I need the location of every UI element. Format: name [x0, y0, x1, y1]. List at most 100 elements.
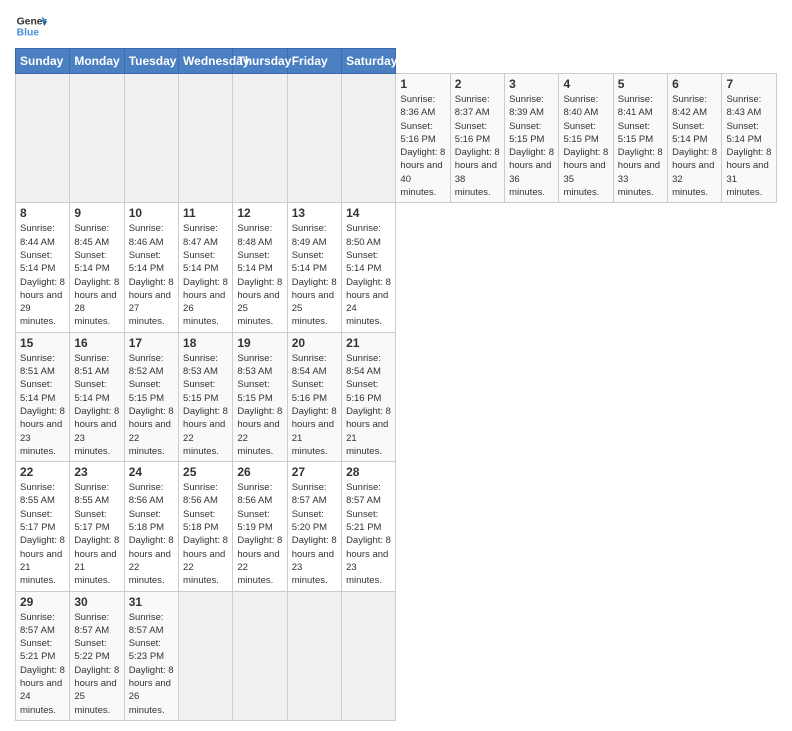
calendar-cell — [179, 74, 233, 203]
day-number: 31 — [129, 595, 174, 609]
day-number: 24 — [129, 465, 174, 479]
calendar-week-3: 15 Sunrise: 8:51 AM Sunset: 5:14 PM Dayl… — [16, 332, 777, 461]
day-info: Sunrise: 8:48 AM Sunset: 5:14 PM Dayligh… — [237, 222, 282, 328]
daylight: Daylight: 8 hours and 21 minutes. — [292, 406, 337, 457]
sunset: Sunset: 5:14 PM — [346, 250, 381, 274]
svg-text:Blue: Blue — [17, 28, 40, 39]
calendar-body: 1 Sunrise: 8:36 AM Sunset: 5:16 PM Dayli… — [16, 74, 777, 721]
daylight: Daylight: 8 hours and 26 minutes. — [129, 665, 174, 716]
day-number: 21 — [346, 336, 391, 350]
weekday-header-sunday: Sunday — [16, 49, 70, 74]
sunset: Sunset: 5:17 PM — [74, 509, 109, 533]
sunset: Sunset: 5:19 PM — [237, 509, 272, 533]
weekday-header-thursday: Thursday — [233, 49, 287, 74]
day-number: 22 — [20, 465, 65, 479]
sunset: Sunset: 5:14 PM — [183, 250, 218, 274]
calendar-cell: 21 Sunrise: 8:54 AM Sunset: 5:16 PM Dayl… — [342, 332, 396, 461]
day-info: Sunrise: 8:55 AM Sunset: 5:17 PM Dayligh… — [74, 481, 119, 587]
daylight: Daylight: 8 hours and 28 minutes. — [74, 277, 119, 328]
daylight: Daylight: 8 hours and 25 minutes. — [74, 665, 119, 716]
calendar-cell: 11 Sunrise: 8:47 AM Sunset: 5:14 PM Dayl… — [179, 203, 233, 332]
sunrise: Sunrise: 8:36 AM — [400, 94, 435, 118]
sunset: Sunset: 5:22 PM — [74, 638, 109, 662]
sunset: Sunset: 5:14 PM — [129, 250, 164, 274]
sunrise: Sunrise: 8:53 AM — [183, 353, 218, 377]
day-info: Sunrise: 8:41 AM Sunset: 5:15 PM Dayligh… — [618, 93, 663, 199]
sunset: Sunset: 5:21 PM — [20, 638, 55, 662]
day-info: Sunrise: 8:56 AM Sunset: 5:18 PM Dayligh… — [129, 481, 174, 587]
day-info: Sunrise: 8:39 AM Sunset: 5:15 PM Dayligh… — [509, 93, 554, 199]
sunset: Sunset: 5:15 PM — [183, 379, 218, 403]
sunrise: Sunrise: 8:42 AM — [672, 94, 707, 118]
day-number: 30 — [74, 595, 119, 609]
calendar-cell: 9 Sunrise: 8:45 AM Sunset: 5:14 PM Dayli… — [70, 203, 124, 332]
day-info: Sunrise: 8:53 AM Sunset: 5:15 PM Dayligh… — [183, 352, 228, 458]
calendar-cell: 24 Sunrise: 8:56 AM Sunset: 5:18 PM Dayl… — [124, 462, 178, 591]
daylight: Daylight: 8 hours and 36 minutes. — [509, 147, 554, 198]
day-number: 7 — [726, 77, 772, 91]
day-number: 14 — [346, 206, 391, 220]
daylight: Daylight: 8 hours and 22 minutes. — [237, 535, 282, 586]
day-number: 12 — [237, 206, 282, 220]
calendar-cell: 16 Sunrise: 8:51 AM Sunset: 5:14 PM Dayl… — [70, 332, 124, 461]
sunrise: Sunrise: 8:41 AM — [618, 94, 653, 118]
calendar-cell — [287, 74, 341, 203]
calendar-cell: 26 Sunrise: 8:56 AM Sunset: 5:19 PM Dayl… — [233, 462, 287, 591]
daylight: Daylight: 8 hours and 23 minutes. — [20, 406, 65, 457]
sunrise: Sunrise: 8:54 AM — [292, 353, 327, 377]
page: General Blue SundayMondayTuesdayWednesda… — [0, 0, 792, 731]
sunrise: Sunrise: 8:45 AM — [74, 223, 109, 247]
calendar-cell: 20 Sunrise: 8:54 AM Sunset: 5:16 PM Dayl… — [287, 332, 341, 461]
day-info: Sunrise: 8:37 AM Sunset: 5:16 PM Dayligh… — [455, 93, 500, 199]
sunset: Sunset: 5:14 PM — [726, 121, 761, 145]
sunrise: Sunrise: 8:49 AM — [292, 223, 327, 247]
day-number: 20 — [292, 336, 337, 350]
calendar-cell: 10 Sunrise: 8:46 AM Sunset: 5:14 PM Dayl… — [124, 203, 178, 332]
sunset: Sunset: 5:15 PM — [509, 121, 544, 145]
sunset: Sunset: 5:20 PM — [292, 509, 327, 533]
sunrise: Sunrise: 8:57 AM — [292, 482, 327, 506]
sunrise: Sunrise: 8:43 AM — [726, 94, 761, 118]
sunrise: Sunrise: 8:55 AM — [74, 482, 109, 506]
calendar-cell: 3 Sunrise: 8:39 AM Sunset: 5:15 PM Dayli… — [505, 74, 559, 203]
daylight: Daylight: 8 hours and 22 minutes. — [129, 406, 174, 457]
daylight: Daylight: 8 hours and 21 minutes. — [74, 535, 119, 586]
calendar-cell: 13 Sunrise: 8:49 AM Sunset: 5:14 PM Dayl… — [287, 203, 341, 332]
sunset: Sunset: 5:14 PM — [74, 379, 109, 403]
calendar-cell: 31 Sunrise: 8:57 AM Sunset: 5:23 PM Dayl… — [124, 591, 178, 720]
sunset: Sunset: 5:16 PM — [346, 379, 381, 403]
weekday-header-wednesday: Wednesday — [179, 49, 233, 74]
daylight: Daylight: 8 hours and 32 minutes. — [672, 147, 717, 198]
daylight: Daylight: 8 hours and 33 minutes. — [618, 147, 663, 198]
calendar-cell — [233, 74, 287, 203]
sunset: Sunset: 5:17 PM — [20, 509, 55, 533]
daylight: Daylight: 8 hours and 29 minutes. — [20, 277, 65, 328]
logo-icon: General Blue — [15, 10, 47, 42]
calendar-cell: 12 Sunrise: 8:48 AM Sunset: 5:14 PM Dayl… — [233, 203, 287, 332]
day-number: 6 — [672, 77, 717, 91]
day-info: Sunrise: 8:36 AM Sunset: 5:16 PM Dayligh… — [400, 93, 445, 199]
day-info: Sunrise: 8:53 AM Sunset: 5:15 PM Dayligh… — [237, 352, 282, 458]
day-info: Sunrise: 8:54 AM Sunset: 5:16 PM Dayligh… — [346, 352, 391, 458]
calendar-cell: 19 Sunrise: 8:53 AM Sunset: 5:15 PM Dayl… — [233, 332, 287, 461]
sunrise: Sunrise: 8:40 AM — [563, 94, 598, 118]
day-info: Sunrise: 8:42 AM Sunset: 5:14 PM Dayligh… — [672, 93, 717, 199]
sunset: Sunset: 5:16 PM — [292, 379, 327, 403]
sunrise: Sunrise: 8:57 AM — [346, 482, 381, 506]
day-info: Sunrise: 8:56 AM Sunset: 5:19 PM Dayligh… — [237, 481, 282, 587]
sunrise: Sunrise: 8:55 AM — [20, 482, 55, 506]
daylight: Daylight: 8 hours and 22 minutes. — [237, 406, 282, 457]
day-info: Sunrise: 8:55 AM Sunset: 5:17 PM Dayligh… — [20, 481, 65, 587]
daylight: Daylight: 8 hours and 26 minutes. — [183, 277, 228, 328]
day-info: Sunrise: 8:45 AM Sunset: 5:14 PM Dayligh… — [74, 222, 119, 328]
sunrise: Sunrise: 8:56 AM — [183, 482, 218, 506]
day-number: 15 — [20, 336, 65, 350]
calendar-week-1: 1 Sunrise: 8:36 AM Sunset: 5:16 PM Dayli… — [16, 74, 777, 203]
calendar-cell — [233, 591, 287, 720]
sunrise: Sunrise: 8:51 AM — [20, 353, 55, 377]
day-info: Sunrise: 8:51 AM Sunset: 5:14 PM Dayligh… — [74, 352, 119, 458]
calendar-cell: 17 Sunrise: 8:52 AM Sunset: 5:15 PM Dayl… — [124, 332, 178, 461]
sunrise: Sunrise: 8:52 AM — [129, 353, 164, 377]
sunset: Sunset: 5:15 PM — [129, 379, 164, 403]
day-info: Sunrise: 8:51 AM Sunset: 5:14 PM Dayligh… — [20, 352, 65, 458]
